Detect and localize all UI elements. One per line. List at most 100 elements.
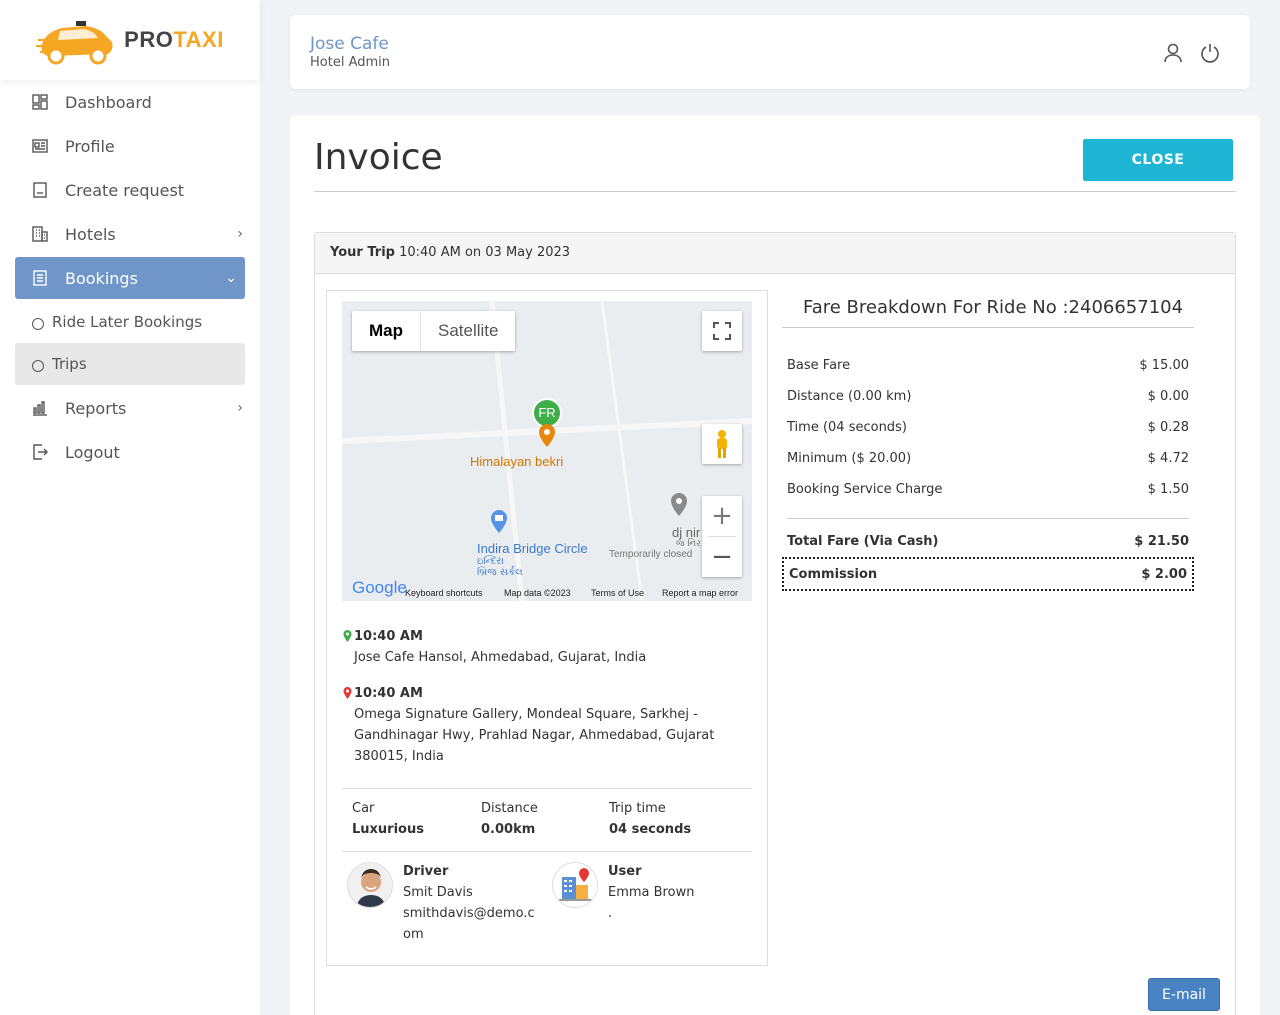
logo-text: PROTAXI: [124, 27, 224, 52]
fare-row: Distance (0.00 km) $ 0.00: [787, 389, 1189, 404]
pickup-address: Jose Cafe Hansol, Ahmedabad, Gujarat, In…: [354, 650, 647, 665]
sidebar-item-profile[interactable]: Profile: [15, 125, 245, 167]
distance-label: Distance: [481, 801, 538, 816]
sidebar-item-hotels[interactable]: Hotels ›: [15, 213, 245, 255]
trip-details-box: Map Satellite + − FR Himalayan bekri Ind…: [326, 290, 768, 966]
profile-icon: [31, 137, 49, 155]
sidebar-item-label: Trips: [52, 355, 87, 373]
map-place-label: Indira Bridge Circle: [477, 541, 588, 556]
power-icon[interactable]: [1199, 42, 1221, 64]
sidebar-item-label: Reports: [65, 398, 127, 418]
commission-amount: $ 2.00: [1141, 567, 1187, 582]
sidebar-item-label: Hotels: [65, 224, 116, 244]
sidebar: PROTAXI Dashboard Profile Create request…: [0, 0, 260, 1015]
fare-divider: [782, 327, 1194, 328]
fare-label: Distance (0.00 km): [787, 389, 912, 404]
place-pin-icon: [539, 424, 555, 447]
tab-map[interactable]: Map: [352, 311, 421, 351]
user-avatar: [552, 862, 598, 908]
trip-time-stat: Trip time 04 seconds: [609, 798, 691, 840]
terms-link[interactable]: Terms of Use: [591, 588, 644, 598]
hotel-role: Hotel Admin: [310, 55, 390, 70]
car-stat: Car Luxurious: [352, 798, 424, 840]
driver-email: smithdavis@demo.c: [403, 906, 535, 921]
driver-role: Driver: [403, 864, 449, 879]
commission-row: Commission $ 2.00: [782, 557, 1194, 591]
map-type-tabs: Map Satellite: [352, 311, 516, 351]
landmark-pin-icon: [491, 510, 507, 533]
fullscreen-icon: [713, 322, 731, 340]
pickup-location: 10:40 AM Jose Cafe Hansol, Ahmedabad, Gu…: [343, 626, 743, 668]
dropoff-pin-icon: [343, 687, 352, 699]
zoom-out-icon[interactable]: −: [711, 537, 733, 577]
chevron-down-icon: ⌄: [225, 270, 237, 286]
map-place-sublabel: બ્રિજ સર્કલ: [477, 567, 523, 578]
distance-stat: Distance 0.00km: [481, 798, 538, 840]
driver-avatar: [347, 862, 393, 908]
fare-divider: [787, 518, 1189, 519]
page-title: Invoice: [314, 137, 443, 178]
fare-label: Base Fare: [787, 358, 851, 373]
sidebar-item-reports[interactable]: Reports ›: [15, 387, 245, 429]
reports-icon: [31, 399, 49, 417]
fare-row: Time (04 seconds) $ 0.28: [787, 420, 1189, 435]
trip-time-value: 04 seconds: [609, 822, 692, 837]
sidebar-item-trips[interactable]: Trips: [15, 343, 245, 385]
fare-amount: $ 0.00: [1147, 389, 1189, 404]
circle-icon: [32, 359, 44, 372]
total-label: Total Fare (Via Cash): [787, 534, 939, 549]
pickup-time: 10:40 AM: [354, 629, 423, 644]
logout-icon: [31, 443, 49, 461]
logo[interactable]: PROTAXI: [0, 0, 260, 80]
sidebar-item-label: Bookings: [65, 268, 138, 288]
dashboard-icon: [31, 93, 49, 111]
trip-label: Your Trip: [330, 245, 395, 260]
driver-name: Smit Davis: [403, 885, 473, 900]
report-map-error-link[interactable]: Report a map error: [662, 588, 738, 598]
trip-heading: Your Trip 10:40 AM on 03 May 2023: [315, 233, 1235, 274]
chevron-right-icon: ›: [237, 400, 243, 416]
fare-row: Base Fare $ 15.00: [787, 358, 1189, 373]
taxi-logo-icon: [36, 21, 113, 65]
tab-satellite[interactable]: Satellite: [421, 311, 515, 351]
email-button[interactable]: E-mail: [1148, 978, 1220, 1011]
details-divider: [342, 851, 752, 852]
pegman-icon: [717, 430, 727, 458]
invoice-card: Invoice CLOSE Your Trip 10:40 AM on 03 M…: [290, 115, 1260, 1015]
fare-amount: $ 0.28: [1147, 420, 1189, 435]
fare-label: Minimum ($ 20.00): [787, 451, 912, 466]
chevron-right-icon: ›: [237, 226, 243, 242]
fullscreen-button[interactable]: [702, 311, 742, 351]
hotels-icon: [31, 225, 49, 243]
user-role: User: [608, 864, 642, 879]
sidebar-item-label: Create request: [65, 180, 185, 200]
trip-time-label: Trip time: [609, 801, 666, 816]
street-view-button[interactable]: [702, 424, 742, 464]
car-value: Luxurious: [352, 822, 424, 837]
user-icon[interactable]: [1162, 42, 1184, 64]
top-header: Jose Cafe Hotel Admin: [290, 15, 1250, 89]
zoom-controls: + −: [702, 496, 742, 577]
fare-label: Booking Service Charge: [787, 482, 943, 497]
zoom-in-icon[interactable]: +: [711, 496, 733, 536]
sidebar-item-label: Profile: [65, 136, 115, 156]
close-button[interactable]: CLOSE: [1083, 139, 1233, 181]
sidebar-item-create-request[interactable]: Create request: [15, 169, 245, 211]
user-name: Emma Brown: [608, 885, 695, 900]
details-divider: [342, 788, 752, 789]
sidebar-item-logout[interactable]: Logout: [15, 431, 245, 473]
map[interactable]: Map Satellite + − FR Himalayan bekri Ind…: [342, 301, 752, 601]
map-place-status: Temporarily closed: [609, 549, 693, 560]
title-divider: [314, 191, 1236, 192]
trip-datetime: 10:40 AM on 03 May 2023: [399, 245, 571, 260]
sidebar-item-bookings[interactable]: Bookings ⌄: [15, 257, 245, 299]
fare-total-row: Total Fare (Via Cash) $ 21.50: [787, 534, 1189, 549]
bookings-icon: [31, 269, 49, 287]
keyboard-shortcuts-link[interactable]: Keyboard shortcuts: [405, 588, 483, 598]
total-amount: $ 21.50: [1134, 534, 1189, 549]
sidebar-item-dashboard[interactable]: Dashboard: [15, 81, 245, 123]
map-place-label: dj nir: [672, 525, 701, 540]
map-place-sublabel: ઇન્દિરા: [477, 556, 504, 567]
sidebar-item-ride-later-bookings[interactable]: Ride Later Bookings: [15, 301, 245, 343]
fare-label: Time (04 seconds): [787, 420, 907, 435]
